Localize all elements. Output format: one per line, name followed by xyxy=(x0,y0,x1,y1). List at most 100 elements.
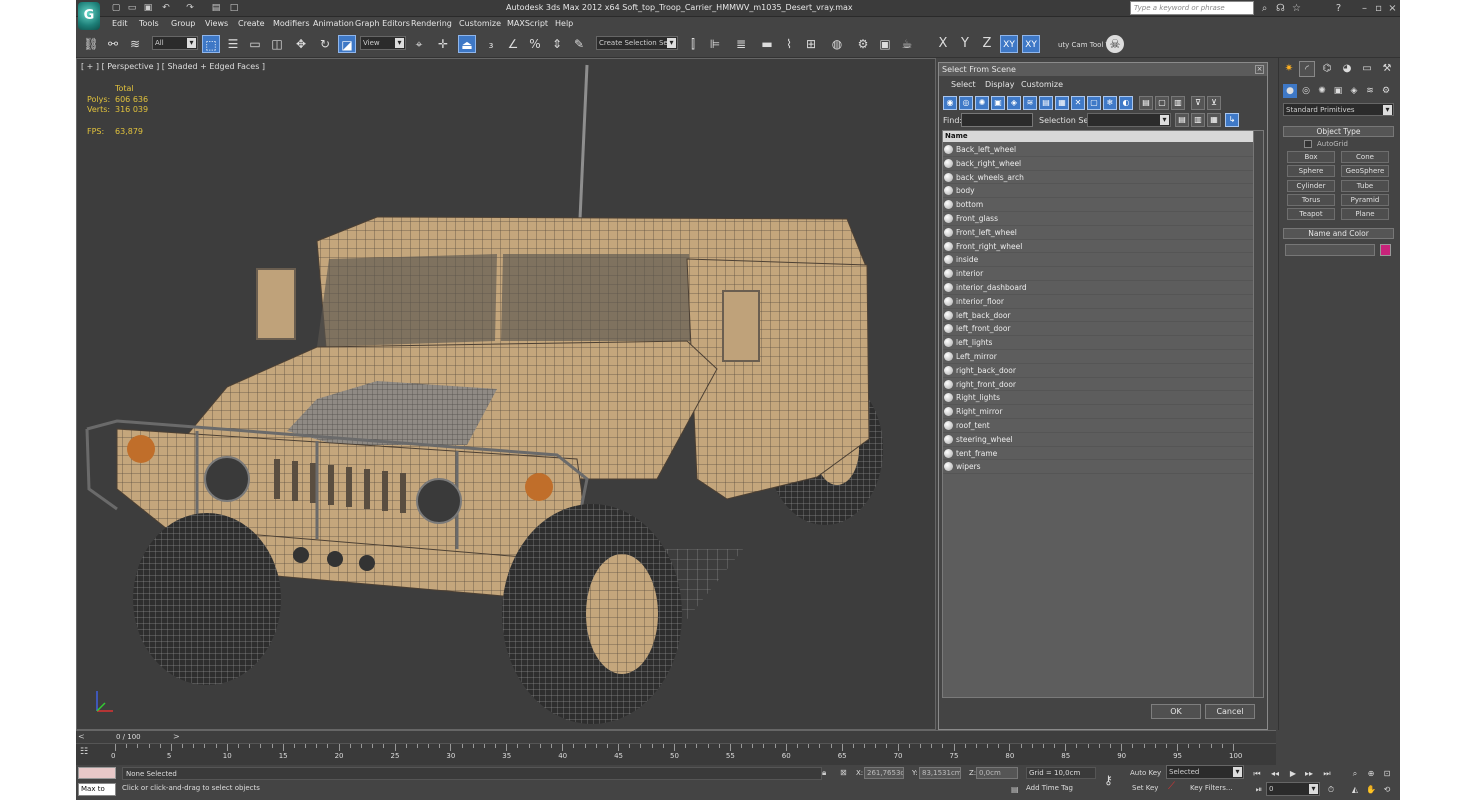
tube-button[interactable]: Tube xyxy=(1341,180,1389,192)
list-header-name[interactable]: Name xyxy=(943,131,1253,142)
list-item[interactable]: left_lights xyxy=(943,336,1253,350)
named-selection-set-dropdown[interactable]: Create Selection Se xyxy=(596,36,678,50)
add-time-tag-button[interactable]: Add Time Tag xyxy=(1026,784,1073,792)
menu-rendering[interactable]: Rendering xyxy=(411,19,452,28)
redo-icon[interactable]: ↷ xyxy=(184,2,196,14)
autogrid-checkbox[interactable] xyxy=(1304,140,1312,148)
create-selection-set-icon[interactable]: ▤ xyxy=(1175,113,1189,127)
menu-animation[interactable]: Animation xyxy=(313,19,354,28)
menu-views[interactable]: Views xyxy=(205,19,228,28)
display-none-icon[interactable]: ▢ xyxy=(1155,96,1169,110)
list-item[interactable]: roof_tent xyxy=(943,419,1253,433)
menu-help[interactable]: Help xyxy=(555,19,573,28)
sync-selection-icon[interactable]: ↳ xyxy=(1225,113,1239,127)
x-coordinate-input[interactable]: 261,7653c xyxy=(864,767,904,779)
list-item[interactable]: Front_glass xyxy=(943,212,1253,226)
binoculars-icon[interactable]: ⌕ xyxy=(1258,2,1271,15)
cancel-button[interactable]: Cancel xyxy=(1205,704,1255,719)
filter-icon[interactable]: ⊽ xyxy=(1191,96,1205,110)
angle-snap-icon[interactable]: ∠ xyxy=(504,35,522,53)
cylinder-button[interactable]: Cylinder xyxy=(1287,180,1335,192)
unlink-icon[interactable]: ⚯ xyxy=(104,35,122,53)
help-icon[interactable]: ? xyxy=(1332,2,1345,15)
schematic-view-icon[interactable]: ⊞ xyxy=(802,35,820,53)
display-spacewarps-icon[interactable]: ≋ xyxy=(1023,96,1037,110)
menu-tools[interactable]: Tools xyxy=(139,19,159,28)
select-by-name-icon[interactable]: ☰ xyxy=(224,35,242,53)
list-item[interactable]: back_right_wheel xyxy=(943,157,1253,171)
find-input[interactable] xyxy=(961,113,1033,127)
list-item[interactable]: steering_wheel xyxy=(943,433,1253,447)
edit-named-selection-icon[interactable]: ✎ xyxy=(570,35,588,53)
time-tag-icon[interactable]: ▤ xyxy=(1011,785,1019,794)
sfs-menu-customize[interactable]: Customize xyxy=(1021,80,1063,89)
list-scrollbar[interactable] xyxy=(1253,131,1263,697)
key-selection-set-dropdown[interactable]: Selected xyxy=(1166,765,1244,779)
list-item[interactable]: bottom xyxy=(943,198,1253,212)
perspective-viewport[interactable]: [ + ] [ Perspective ] [ Shaded + Edged F… xyxy=(76,58,936,730)
minimize-icon[interactable]: – xyxy=(1358,2,1371,15)
hierarchy-tab-icon[interactable]: ⌬ xyxy=(1319,61,1335,77)
rectangular-selection-icon[interactable]: ▭ xyxy=(246,35,264,53)
display-xrefs-icon[interactable]: ▦ xyxy=(1055,96,1069,110)
axis-xy-button[interactable]: XY xyxy=(1000,35,1018,53)
current-frame-spinner[interactable]: 0 xyxy=(1266,782,1320,796)
help-search-input[interactable]: Type a keyword or phrase xyxy=(1130,1,1254,15)
menu-create[interactable]: Create xyxy=(238,19,265,28)
set-key-button[interactable]: Set Key xyxy=(1132,784,1158,792)
maxscript-mini-listener-input[interactable]: Max to xyxy=(78,783,116,796)
maxscript-listener-mini[interactable] xyxy=(78,767,116,779)
save-file-icon[interactable]: ▣ xyxy=(142,2,154,14)
systems-category-icon[interactable]: ⚙ xyxy=(1379,84,1393,98)
pan-icon[interactable]: ✋ xyxy=(1364,783,1378,796)
display-cameras-icon[interactable]: ▣ xyxy=(991,96,1005,110)
layer-manager-icon[interactable]: ≣ xyxy=(732,35,750,53)
selection-filter-dropdown[interactable]: All xyxy=(152,36,198,50)
display-shapes-icon[interactable]: ◎ xyxy=(959,96,973,110)
list-item[interactable]: Back_left_wheel xyxy=(943,143,1253,157)
motion-tab-icon[interactable]: ◕ xyxy=(1339,61,1355,77)
pivot-center-icon[interactable]: ⌖ xyxy=(410,35,428,53)
name-and-color-rollout[interactable]: Name and Color xyxy=(1283,228,1394,239)
remove-from-selection-set-icon[interactable]: ▦ xyxy=(1207,113,1221,127)
percent-snap-icon[interactable]: % xyxy=(526,35,544,53)
window-crossing-icon[interactable]: ◫ xyxy=(268,35,286,53)
list-item[interactable]: right_back_door xyxy=(943,364,1253,378)
plugin-toolbar-label[interactable]: uty Cam Tool \ xyxy=(1058,41,1108,49)
bind-space-warp-icon[interactable]: ≋ xyxy=(126,35,144,53)
axis-x-button[interactable]: X xyxy=(934,35,952,53)
display-helpers-icon[interactable]: ◈ xyxy=(1007,96,1021,110)
axis-xy-cycle-button[interactable]: XY xyxy=(1022,35,1040,53)
teapot-button[interactable]: Teapot xyxy=(1287,208,1335,220)
link-icon[interactable]: ⛓ xyxy=(82,35,100,53)
set-key-icon[interactable]: ⟋ xyxy=(1168,781,1175,792)
spacewarps-category-icon[interactable]: ≋ xyxy=(1363,84,1377,98)
snaps-toggle-icon[interactable]: ₃ xyxy=(482,35,500,53)
key-mode-toggle-icon[interactable]: ⏯ xyxy=(1252,783,1266,796)
object-list[interactable]: Name Back_left_wheel back_right_wheel back… xyxy=(942,130,1264,698)
utilities-tab-icon[interactable]: ⚒ xyxy=(1379,61,1395,77)
list-item[interactable]: interior_dashboard xyxy=(943,281,1253,295)
rotate-icon[interactable]: ↻ xyxy=(316,35,334,53)
spinner-snap-icon[interactable]: ⇕ xyxy=(548,35,566,53)
hmmwv-wireframe-model[interactable] xyxy=(77,59,936,730)
list-item[interactable]: wipers xyxy=(943,460,1253,475)
previous-frame-icon[interactable]: < xyxy=(78,732,85,741)
menu-edit[interactable]: Edit xyxy=(112,19,128,28)
display-lights-icon[interactable]: ✺ xyxy=(975,96,989,110)
display-frozen-icon[interactable]: ❄ xyxy=(1103,96,1117,110)
create-tab-icon[interactable]: ✷ xyxy=(1281,61,1297,77)
list-item[interactable]: interior_floor xyxy=(943,295,1253,309)
render-setup-icon[interactable]: ⚙ xyxy=(854,35,872,53)
zoom-all-icon[interactable]: ⊕ xyxy=(1364,767,1378,780)
align-icon[interactable]: ⊫ xyxy=(706,35,724,53)
select-manipulate-icon[interactable]: ✛ xyxy=(434,35,452,53)
play-icon[interactable]: ▶ xyxy=(1286,767,1300,780)
object-name-input[interactable] xyxy=(1285,244,1375,256)
track-bar[interactable]: ☷ 0 5 10 15 20 25 30 35 40 45 50 55 60 65 70 75 80 85 90 95… xyxy=(76,743,1276,765)
filter-options-icon[interactable]: ⊻ xyxy=(1207,96,1221,110)
lights-category-icon[interactable]: ✺ xyxy=(1315,84,1329,98)
field-of-view-icon[interactable]: ◭ xyxy=(1348,783,1362,796)
list-item[interactable]: left_back_door xyxy=(943,309,1253,323)
go-to-end-icon[interactable]: ⏭ xyxy=(1320,767,1334,780)
